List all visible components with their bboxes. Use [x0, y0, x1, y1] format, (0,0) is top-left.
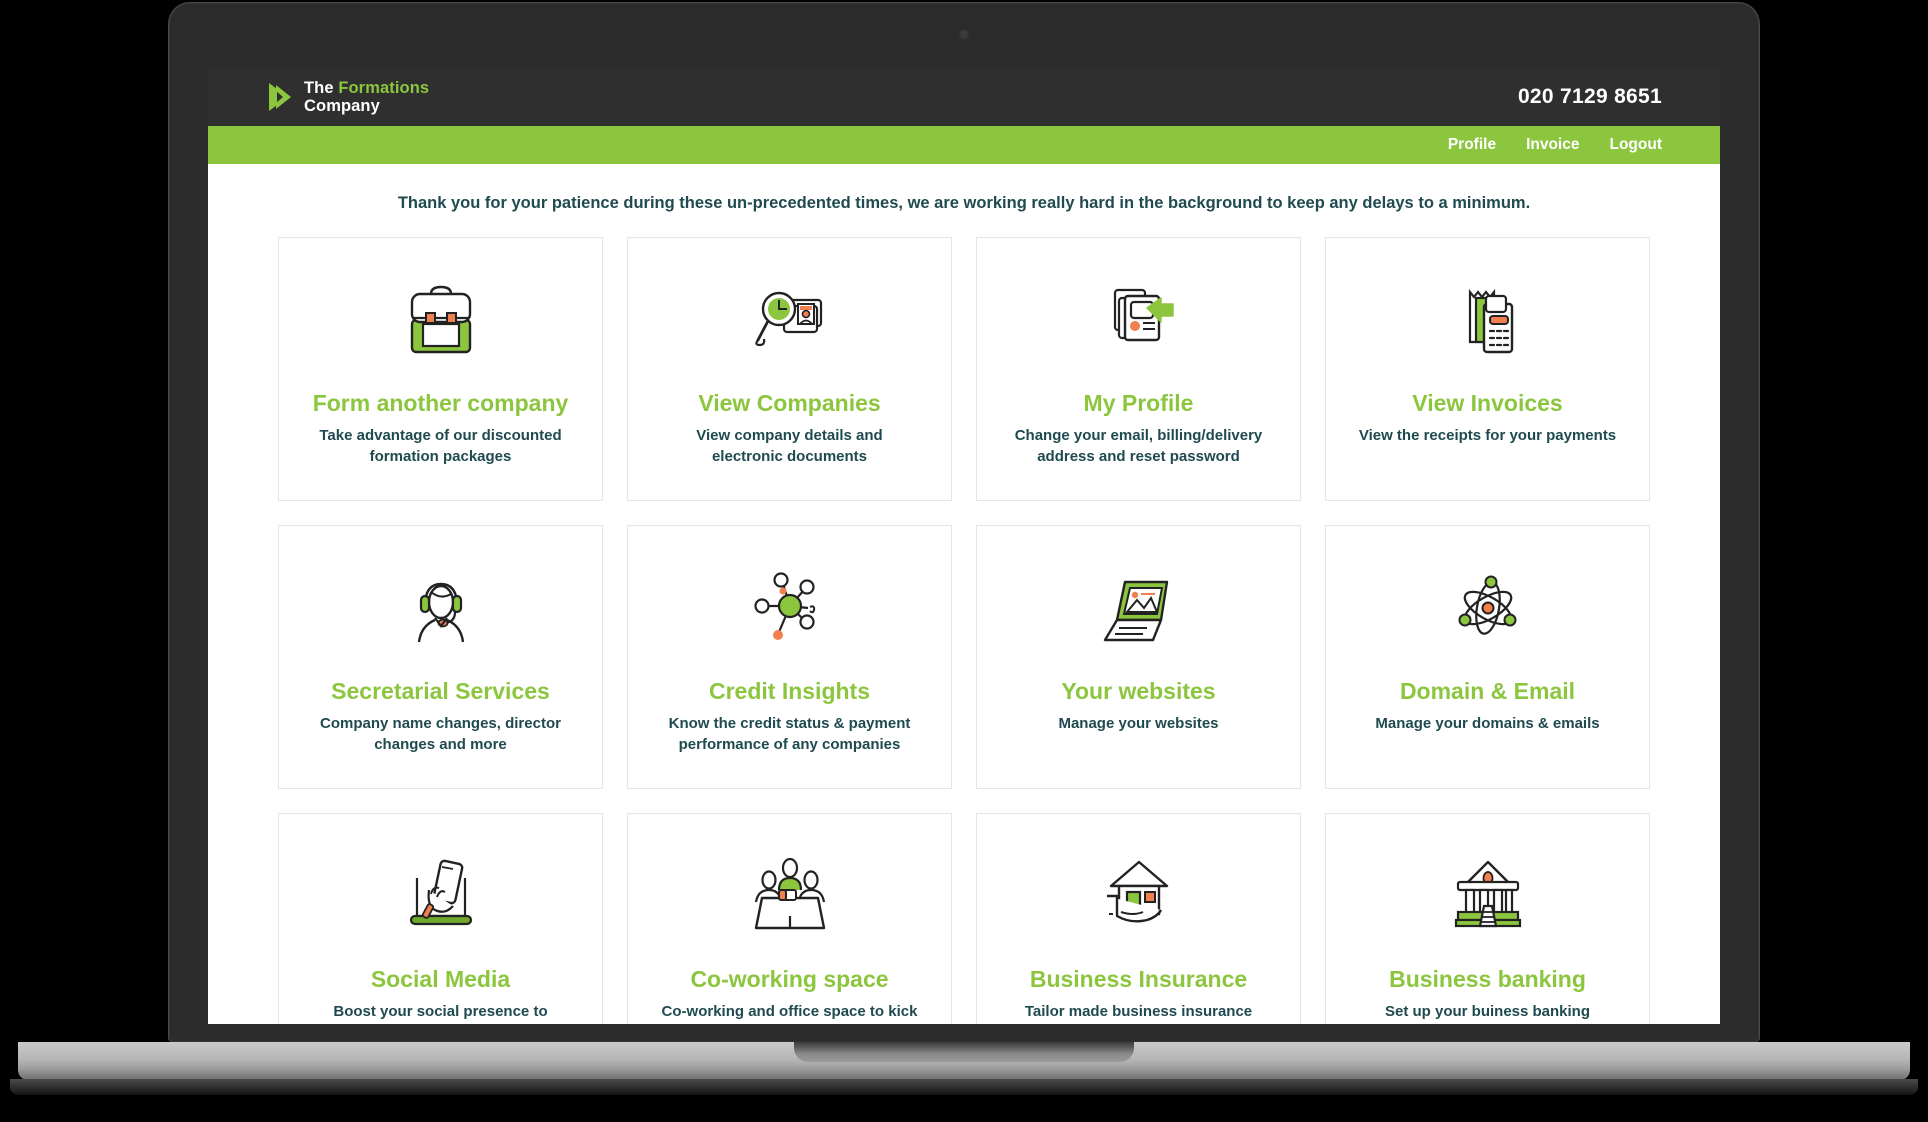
card-description: Set up your buiness banking [1384, 1003, 1591, 1021]
grid-row-gap [208, 501, 1720, 525]
card-title: Domain & Email [1399, 678, 1576, 704]
laptop-base-notch [794, 1042, 1134, 1062]
browser-viewport: The Formations Company 020 7129 8651 Pro… [208, 68, 1720, 1024]
brand-logo[interactable]: The Formations Company [266, 79, 429, 116]
card-coworking-space[interactable]: Co-working space Co-working and office s… [627, 813, 952, 1024]
card-description: Know the credit status & payment perform… [668, 715, 911, 753]
card-title: Social Media [370, 966, 511, 992]
profile-cards-arrow-icon [1095, 272, 1183, 368]
card-title: Business banking [1389, 966, 1586, 992]
nav-item-logout[interactable]: Logout [1609, 136, 1662, 154]
card-view-companies[interactable]: View Companies View company details and … [627, 237, 952, 501]
card-description: Take advantage of our discounted formati… [319, 427, 562, 465]
card-description: Company name changes, director changes a… [320, 715, 561, 753]
card-description: Tailor made business insurance policies [1024, 1003, 1253, 1024]
card-business-banking[interactable]: Business banking Set up your buiness ban… [1325, 813, 1650, 1024]
service-card-grid-row2: Secretarial Services Company name change… [208, 525, 1720, 789]
receipt-calculator-icon [1444, 272, 1532, 368]
grid-row-gap-2 [208, 789, 1720, 813]
notice-banner: Thank you for your patience during these… [397, 194, 1531, 212]
laptop-icon [1095, 560, 1183, 656]
card-credit-insights[interactable]: Credit Insights Know the credit status &… [627, 525, 952, 789]
header-phone-number[interactable]: 020 7129 8651 [1518, 85, 1662, 109]
phone-in-hand-icon [397, 848, 485, 944]
atom-icon [1444, 560, 1532, 656]
card-description: View company details and electronic docu… [696, 427, 883, 465]
main-nav: Profile Invoice Logout [208, 126, 1720, 164]
house-in-hand-icon [1095, 848, 1183, 944]
card-title: Form another company [312, 390, 569, 416]
service-card-grid-row3: Social Media Boost your social presence … [208, 813, 1720, 1024]
card-description: Change your email, billing/delivery addr… [1014, 427, 1263, 465]
brand-company: Company [304, 97, 380, 115]
card-secretarial-services[interactable]: Secretarial Services Company name change… [278, 525, 603, 789]
card-my-profile[interactable]: My Profile Change your email, billing/de… [976, 237, 1301, 501]
nav-item-profile[interactable]: Profile [1448, 136, 1496, 154]
brand-the: The [304, 78, 339, 97]
card-title: Credit Insights [708, 678, 870, 704]
bank-building-icon [1444, 848, 1532, 944]
network-nodes-icon [746, 560, 834, 656]
magnifier-documents-icon [746, 272, 834, 368]
card-social-media[interactable]: Social Media Boost your social presence … [278, 813, 603, 1024]
card-description: Co-working and office space to kick star… [661, 1003, 918, 1024]
card-description: View the receipts for your payments [1358, 427, 1617, 445]
headset-operator-icon [397, 560, 485, 656]
card-title: Co-working space [690, 966, 889, 992]
briefcase-icon [397, 272, 485, 368]
laptop-foot [10, 1079, 1918, 1095]
laptop-mockup: The Formations Company 020 7129 8651 Pro… [0, 0, 1928, 1122]
site-header: The Formations Company 020 7129 8651 [208, 68, 1720, 126]
card-title: View Invoices [1412, 390, 1563, 416]
card-business-insurance[interactable]: Business Insurance Tailor made business … [976, 813, 1301, 1024]
play-arrow-logo-icon [269, 83, 291, 111]
card-title: Your websites [1061, 678, 1216, 704]
card-description: Boost your social presence to attract mo… [333, 1003, 548, 1024]
card-description: Manage your websites [1058, 715, 1219, 733]
nav-item-invoice[interactable]: Invoice [1526, 136, 1579, 154]
card-view-invoices[interactable]: View Invoices View the receipts for your… [1325, 237, 1650, 501]
service-card-grid: Form another company Take advantage of o… [208, 237, 1720, 501]
brand-wordmark: The Formations Company [304, 79, 429, 116]
card-description: Manage your domains & emails [1375, 715, 1600, 733]
brand-formations: Formations [338, 78, 430, 97]
card-title: My Profile [1083, 390, 1194, 416]
card-domain-email[interactable]: Domain & Email Manage your domains & ema… [1325, 525, 1650, 789]
meeting-table-icon [746, 848, 834, 944]
card-your-websites[interactable]: Your websites Manage your websites [976, 525, 1301, 789]
card-form-another-company[interactable]: Form another company Take advantage of o… [278, 237, 603, 501]
card-title: View Companies [698, 390, 881, 416]
webcam-icon [958, 29, 970, 40]
card-title: Secretarial Services [331, 678, 550, 704]
card-title: Business Insurance [1029, 966, 1248, 992]
